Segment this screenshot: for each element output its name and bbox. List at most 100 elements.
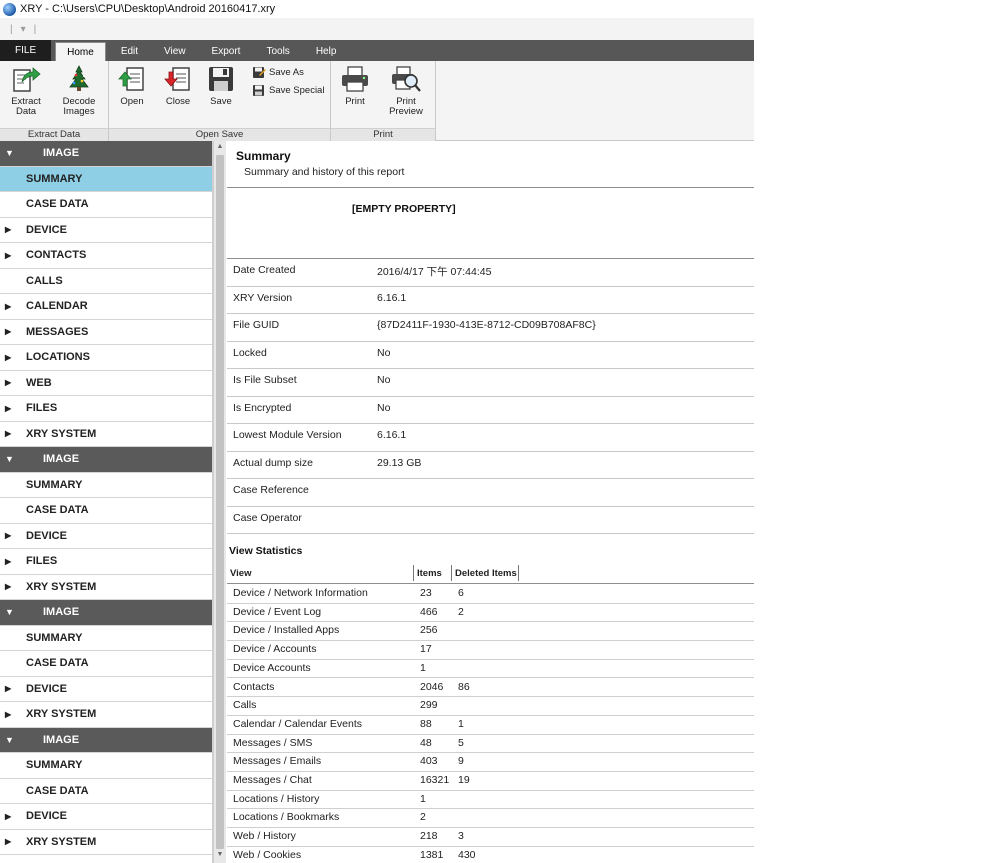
table-row[interactable]: Messages / SMS 48 5 xyxy=(227,735,754,754)
expand-arrow-icon[interactable]: ▶ xyxy=(5,302,17,311)
cell-view: Messages / Emails xyxy=(233,755,322,768)
cell-items: 403 xyxy=(420,755,438,768)
table-row[interactable]: Web / History 218 3 xyxy=(227,828,754,847)
tree-node-summary[interactable]: SUMMARY xyxy=(0,166,212,192)
expand-arrow-icon[interactable]: ▶ xyxy=(5,404,17,413)
expand-arrow-icon[interactable]: ▶ xyxy=(5,557,17,566)
column-divider[interactable] xyxy=(518,565,519,581)
tab-tools[interactable]: Tools xyxy=(255,42,300,61)
tab-help[interactable]: Help xyxy=(305,42,348,61)
open-button[interactable]: Open xyxy=(117,64,147,107)
tree-node-case-data[interactable]: CASE DATA xyxy=(0,498,212,524)
tree-node-summary[interactable]: SUMMARY xyxy=(0,473,212,498)
tree-node-device[interactable]: ▶ DEVICE xyxy=(0,524,212,549)
table-row[interactable]: Locations / History 1 xyxy=(227,791,754,810)
tree-node-case-data[interactable]: CASE DATA xyxy=(0,192,212,218)
table-row[interactable]: Device Accounts 1 xyxy=(227,660,754,679)
tab-home[interactable]: Home xyxy=(55,42,106,61)
collapse-arrow-icon[interactable]: ▼ xyxy=(5,735,17,745)
save-as-button[interactable]: Save As xyxy=(252,66,304,79)
property-name: Case Operator xyxy=(233,511,302,524)
table-row[interactable]: Calendar / Calendar Events 88 1 xyxy=(227,716,754,735)
tree-node-label: CALENDAR xyxy=(26,300,88,313)
tree-node-xry-system[interactable]: ▶ XRY SYSTEM xyxy=(0,575,212,600)
print-preview-button[interactable]: Print Preview xyxy=(386,64,426,117)
tree-node-calls[interactable]: CALLS xyxy=(0,269,212,294)
divider xyxy=(227,187,754,188)
column-header-items[interactable]: Items xyxy=(417,568,442,579)
expand-arrow-icon[interactable]: ▶ xyxy=(5,429,17,438)
expand-arrow-icon[interactable]: ▶ xyxy=(5,353,17,362)
qat-separator: | xyxy=(10,23,13,35)
collapse-arrow-icon[interactable]: ▼ xyxy=(5,607,17,617)
save-button[interactable]: Save xyxy=(206,64,236,107)
tree-node-image[interactable]: ▼ IMAGE xyxy=(0,727,212,753)
column-divider[interactable] xyxy=(413,565,414,581)
close-label: Close xyxy=(165,96,191,107)
tree-node-xry-system[interactable]: ▶ XRY SYSTEM xyxy=(0,702,212,728)
collapse-arrow-icon[interactable]: ▼ xyxy=(5,454,17,464)
expand-arrow-icon[interactable]: ▶ xyxy=(5,327,17,336)
table-row[interactable]: Locations / Bookmarks 2 xyxy=(227,809,754,829)
expand-arrow-icon[interactable]: ▶ xyxy=(5,837,17,846)
tree-node-contacts[interactable]: ▶ CONTACTS xyxy=(0,243,212,269)
expand-arrow-icon[interactable]: ▶ xyxy=(5,225,17,234)
tree-node-web[interactable]: ▶ WEB xyxy=(0,371,212,396)
expand-arrow-icon[interactable]: ▶ xyxy=(5,812,17,821)
qat-customize-icon[interactable]: ▾ xyxy=(21,24,26,35)
table-row[interactable]: Device / Event Log 466 2 xyxy=(227,604,754,623)
tree-node-summary[interactable]: SUMMARY xyxy=(0,753,212,779)
tab-export[interactable]: Export xyxy=(201,42,252,61)
collapse-arrow-icon[interactable]: ▼ xyxy=(5,148,17,158)
tree-node-locations[interactable]: ▶ LOCATIONS xyxy=(0,345,212,371)
tree-node-image[interactable]: ▼ IMAGE xyxy=(0,447,212,473)
table-row[interactable]: Web / Cookies 1381 430 xyxy=(227,847,754,863)
tree-node-device[interactable]: ▶ DEVICE xyxy=(0,677,212,702)
tree-node-device[interactable]: ▶ DEVICE xyxy=(0,218,212,243)
expand-arrow-icon[interactable]: ▶ xyxy=(5,251,17,260)
tree-node-case-data[interactable]: CASE DATA xyxy=(0,651,212,677)
tab-edit[interactable]: Edit xyxy=(110,42,149,61)
cell-view: Messages / Chat xyxy=(233,774,312,786)
tree-node-xry-system[interactable]: ▶ XRY SYSTEM xyxy=(0,830,212,855)
table-row[interactable]: Messages / Emails 403 9 xyxy=(227,753,754,772)
tree-node-device[interactable]: ▶ DEVICE xyxy=(0,804,212,830)
expand-arrow-icon[interactable]: ▶ xyxy=(5,684,17,693)
tree-scrollbar[interactable]: ▲ ▼ xyxy=(213,141,226,863)
tree-node-image[interactable]: ▼ IMAGE xyxy=(0,141,212,167)
tree-node-summary[interactable]: SUMMARY xyxy=(0,626,212,651)
tree-node-messages[interactable]: ▶ MESSAGES xyxy=(0,320,212,345)
scrollbar-thumb[interactable] xyxy=(216,155,224,849)
print-button[interactable]: Print xyxy=(340,64,370,107)
scroll-up-icon[interactable]: ▲ xyxy=(214,141,226,153)
tree-node-image[interactable]: ▼ IMAGE xyxy=(0,600,212,626)
tree-node-xry-system[interactable]: ▶ XRY SYSTEM xyxy=(0,422,212,447)
tree-node-label: CASE DATA xyxy=(26,198,89,211)
close-button[interactable]: Close xyxy=(163,64,193,107)
table-row[interactable]: Device / Network Information 23 6 xyxy=(227,585,754,604)
expand-arrow-icon[interactable]: ▶ xyxy=(5,531,17,540)
tab-file[interactable]: FILE xyxy=(0,40,52,61)
tree-node-calendar[interactable]: ▶ CALENDAR xyxy=(0,294,212,320)
extract-data-button[interactable]: Extract Data xyxy=(7,64,45,117)
tree-node-files[interactable]: ▶ FILES xyxy=(0,549,212,575)
table-row[interactable]: Contacts 2046 86 xyxy=(227,679,754,698)
column-header-deleted-items[interactable]: Deleted Items xyxy=(455,568,517,579)
tab-view[interactable]: View xyxy=(153,42,197,61)
table-row[interactable]: Calls 299 xyxy=(227,697,754,716)
expand-arrow-icon[interactable]: ▶ xyxy=(5,710,17,719)
save-special-button[interactable]: Save Special xyxy=(252,84,324,97)
decode-images-button[interactable]: Decode Images xyxy=(58,64,100,117)
tree-node-files[interactable]: ▶ FILES xyxy=(0,396,212,422)
table-row[interactable]: Messages / Chat 16321 19 xyxy=(227,772,754,791)
scroll-down-icon[interactable]: ▼ xyxy=(214,849,226,861)
table-row[interactable]: Device / Installed Apps 256 xyxy=(227,622,754,642)
expand-arrow-icon[interactable]: ▶ xyxy=(5,378,17,387)
ribbon-group-open-save: Open Close Save Save As Save Special Ope… xyxy=(109,61,331,141)
property-name: Is File Subset xyxy=(233,374,297,386)
expand-arrow-icon[interactable]: ▶ xyxy=(5,582,17,591)
table-row[interactable]: Device / Accounts 17 xyxy=(227,641,754,660)
column-divider[interactable] xyxy=(451,565,452,581)
tree-node-case-data[interactable]: CASE DATA xyxy=(0,779,212,804)
column-header-view[interactable]: View xyxy=(230,568,251,579)
